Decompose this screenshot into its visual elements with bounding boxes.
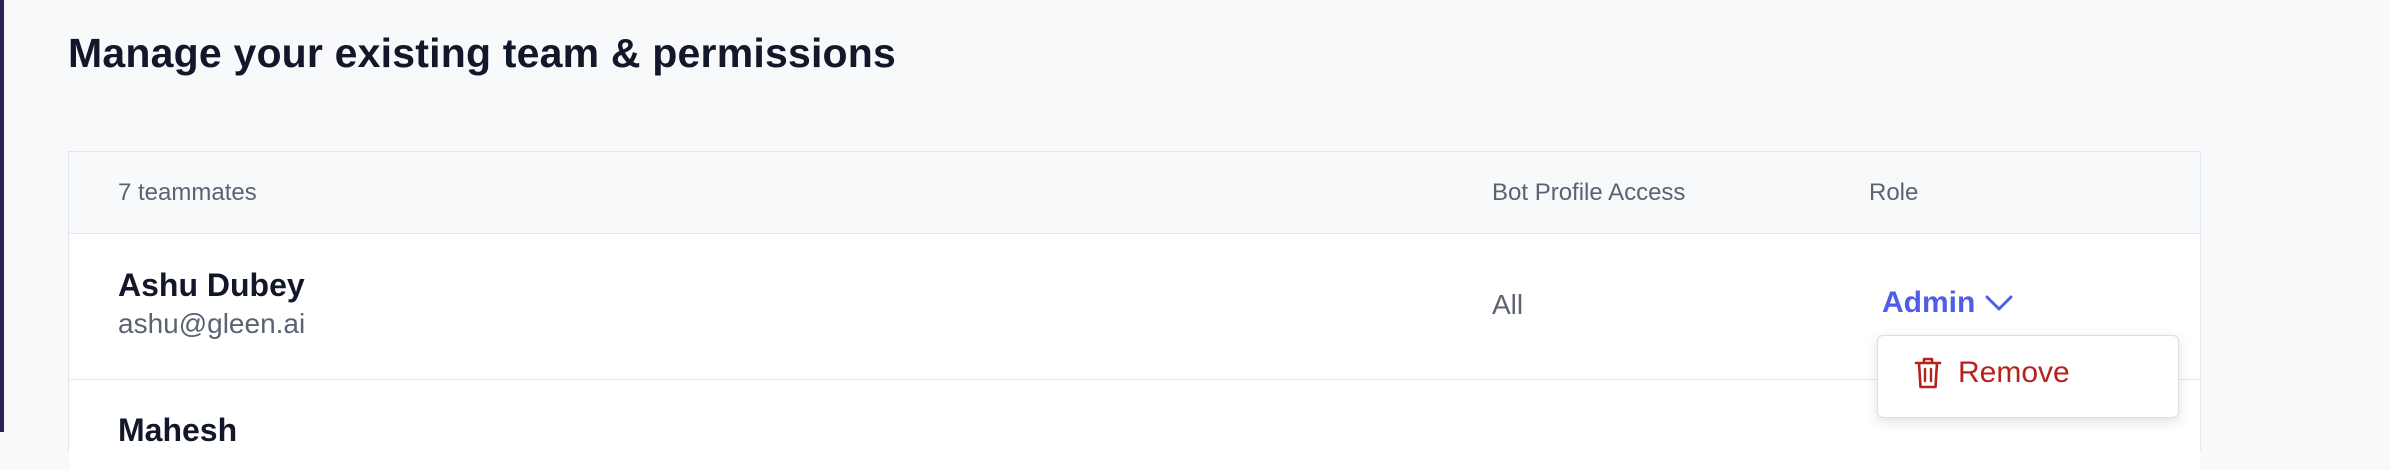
bot-access-value: All xyxy=(1492,289,1524,320)
bot-access-header: Bot Profile Access xyxy=(1492,179,1686,206)
chevron-down-icon xyxy=(1985,295,2013,311)
member-name: Ashu Dubey xyxy=(118,267,305,303)
remove-member-menu-item[interactable]: Remove xyxy=(1914,356,2070,390)
member-name: Mahesh xyxy=(118,412,238,448)
teammates-count-header: 7 teammates xyxy=(118,179,257,206)
member-email: ashu@gleen.ai xyxy=(118,308,306,339)
team-permissions-page: Manage your existing team & permissions … xyxy=(0,0,2390,470)
role-menu: Remove xyxy=(1877,335,2179,418)
trash-icon xyxy=(1914,356,1942,390)
role-header: Role xyxy=(1869,179,1919,206)
page-title: Manage your existing team & permissions xyxy=(68,30,897,76)
remove-label: Remove xyxy=(1958,356,2070,389)
role-label: Admin xyxy=(1882,286,1976,319)
role-dropdown-button[interactable]: Admin xyxy=(1882,286,2013,320)
table-header: 7 teammates Bot Profile Access Role xyxy=(69,152,2200,234)
